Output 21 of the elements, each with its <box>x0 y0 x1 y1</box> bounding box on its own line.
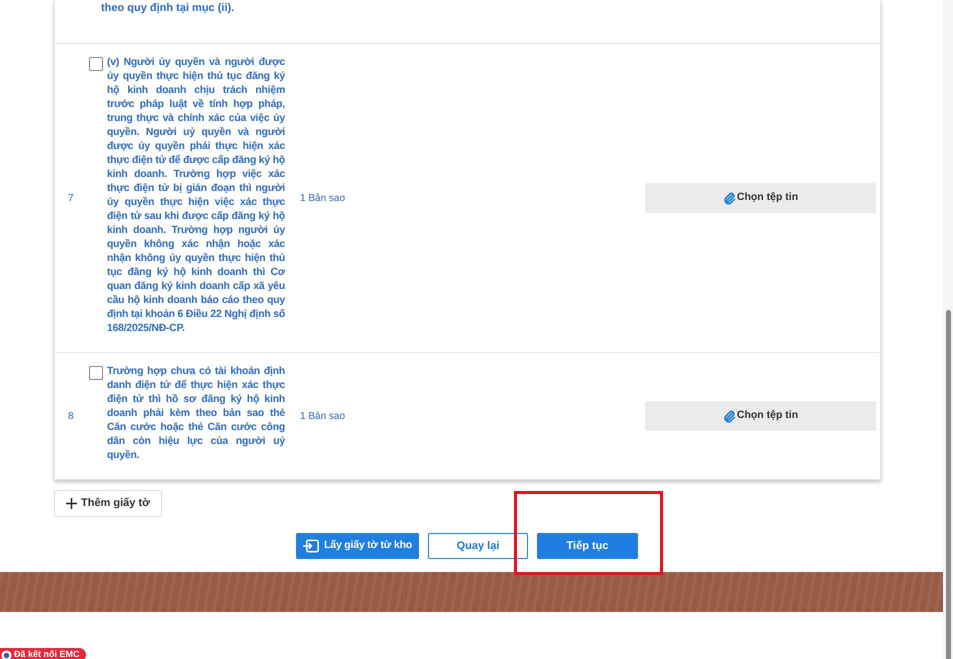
scrollbar-thumb[interactable] <box>946 310 950 659</box>
requirement-text: Trường hợp chưa có tài khoản định danh điện tử để thực hiện xác thực điện tử thì hồ sơ đăng ký hộ kinh doanh phải kèm theo bản sao thẻ Căn cước hoặc thẻ Căn cước công dân còn hiệu lực của người uỷ quyền. <box>107 365 285 463</box>
back-button[interactable]: Quay lại <box>428 533 528 559</box>
import-button[interactable]: Lấy giấy tờ từ kho <box>296 533 419 559</box>
paperclip-icon <box>722 410 736 422</box>
row-number: 7 <box>67 192 75 206</box>
checkbox[interactable] <box>89 57 103 71</box>
choose-file-button[interactable]: Chọn tệp tin <box>645 401 876 431</box>
continue-button[interactable]: Tiếp tục <box>537 533 638 559</box>
checkbox[interactable] <box>89 366 103 380</box>
row-number: 8 <box>67 410 75 424</box>
import-icon <box>303 539 320 553</box>
add-document-button[interactable]: Thêm giấy tờ <box>54 490 162 517</box>
paperclip-icon <box>722 192 736 204</box>
connection-status-badge: Đã kết nối EMC <box>0 648 86 659</box>
plus-icon <box>66 498 77 509</box>
requirement-text: theo quy định tại mục (ii). <box>101 1 236 15</box>
copies-text: 1 Bản sao <box>299 410 346 424</box>
requirement-text: (v) Người ủy quyền và người được ủy quyền thực hiện thủ tục đăng ký hộ kinh doanh chịu trách nhiệm trước pháp luật về tính hợp pháp, trung thực và chính xác của việc ủy quyền. Người uỷ quyền và người được ủy quyền phải thực hiện xác thực điện tử để được cấp đăng ký hộ kinh doanh. Trường hợp việc xác thực điện tử bị gián đoạn thì người ủy quyền thực hiện việc xác thực điện tử sau khi được cấp đăng ký hộ kinh doanh. Trường hợp người ủy quyền không xác nhận hoặc xác nhận không ủy quyền thực hiện thủ tục đăng ký hộ kinh doanh thì Cơ quan đăng ký kinh doanh cấp xã yêu cầu hộ kinh doanh báo cáo theo quy định tại khoản 6 Điều 22 Nghị định số 168/2025/NĐ-CP. <box>107 56 285 336</box>
choose-file-button[interactable]: Chọn tệp tin <box>645 183 876 213</box>
copies-text: 1 Bản sao <box>299 192 346 206</box>
